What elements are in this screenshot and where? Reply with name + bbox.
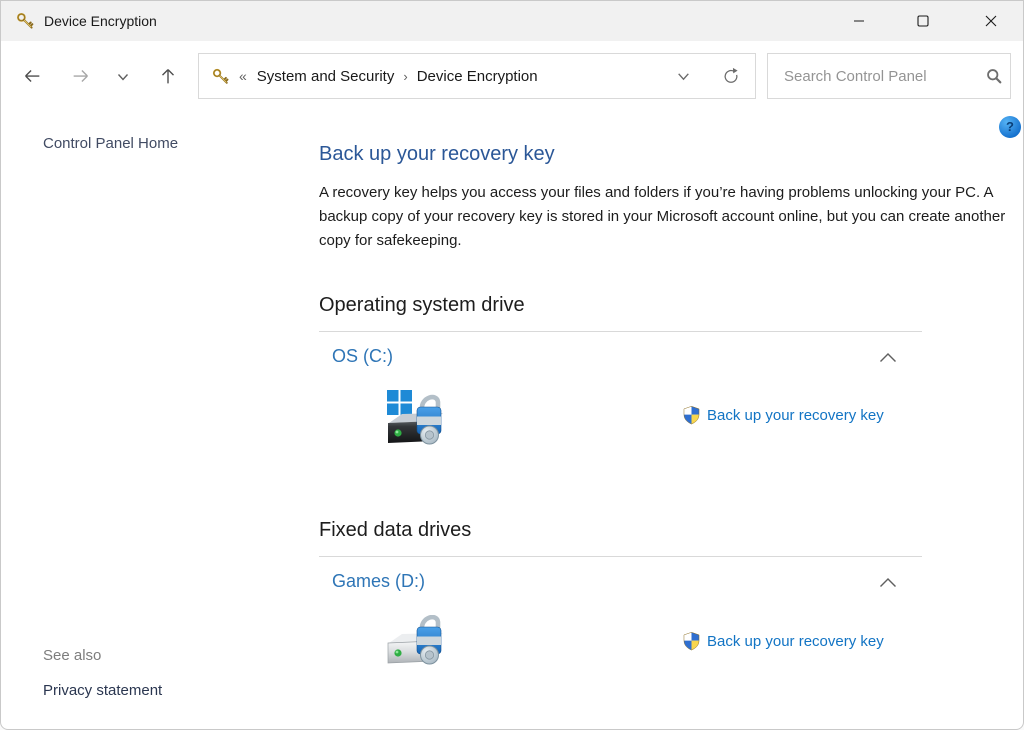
- arrow-up-icon: [157, 65, 179, 87]
- back-button[interactable]: [19, 63, 45, 89]
- drive-header-os-c[interactable]: OS (C:): [332, 346, 393, 367]
- help-button[interactable]: ?: [999, 116, 1021, 138]
- refresh-button[interactable]: [721, 66, 741, 86]
- collapse-games-d-button[interactable]: [875, 575, 901, 593]
- refresh-icon: [721, 66, 741, 86]
- chevron-down-icon: [676, 69, 691, 84]
- windows-logo-icon: [387, 390, 412, 415]
- search-icon[interactable]: [985, 67, 1003, 85]
- action-link-label: Back up your recovery key: [707, 407, 884, 424]
- breadcrumb-collapse-glyph[interactable]: «: [239, 68, 247, 84]
- unlocked-padlock-icon: [417, 397, 441, 444]
- bitlocker-keys-icon: [15, 11, 35, 31]
- chevron-down-icon: [116, 70, 130, 84]
- minimize-button[interactable]: [836, 1, 882, 41]
- search-box[interactable]: [767, 53, 1011, 99]
- recent-locations-button[interactable]: [114, 68, 132, 86]
- section-heading-os-drive: Operating system drive: [319, 294, 525, 317]
- uac-shield-icon: [682, 631, 701, 651]
- close-button[interactable]: [968, 1, 1014, 41]
- uac-shield-icon: [682, 405, 701, 425]
- action-link-label: Back up your recovery key: [707, 633, 884, 650]
- data-drive-unlocked-icon: [377, 615, 451, 678]
- breadcrumb-device-encryption[interactable]: Device Encryption: [417, 68, 538, 85]
- control-panel-window: Device Encryption: [0, 0, 1024, 730]
- bitlocker-keys-icon: [211, 67, 230, 86]
- sidebar-item-privacy-statement[interactable]: Privacy statement: [43, 682, 162, 699]
- section-divider: [319, 556, 922, 557]
- drive-header-games-d[interactable]: Games (D:): [332, 571, 425, 592]
- backup-recovery-key-link-games[interactable]: Back up your recovery key: [682, 631, 884, 651]
- search-input[interactable]: [782, 67, 985, 86]
- os-drive-unlocked-icon: [377, 385, 451, 458]
- breadcrumb-system-and-security[interactable]: System and Security: [257, 68, 395, 85]
- window-title: Device Encryption: [44, 13, 157, 29]
- up-button[interactable]: [155, 63, 181, 89]
- page-title: Back up your recovery key: [319, 143, 555, 166]
- address-dropdown-button[interactable]: [676, 69, 691, 84]
- unlocked-padlock-icon: [417, 617, 441, 664]
- sidebar-see-also-label: See also: [43, 647, 101, 664]
- forward-button[interactable]: [68, 63, 94, 89]
- sidebar-item-control-panel-home[interactable]: Control Panel Home: [43, 135, 178, 152]
- chevron-up-icon: [878, 351, 898, 364]
- chevron-up-icon: [878, 576, 898, 589]
- maximize-button[interactable]: [900, 1, 946, 41]
- page-description: A recovery key helps you access your fil…: [319, 181, 1019, 253]
- arrow-right-icon: [70, 65, 92, 87]
- section-divider: [319, 331, 922, 332]
- breadcrumb-separator: ›: [403, 69, 407, 84]
- section-heading-fixed-drives: Fixed data drives: [319, 519, 471, 542]
- arrow-left-icon: [21, 65, 43, 87]
- address-bar[interactable]: « System and Security › Device Encryptio…: [198, 53, 756, 99]
- backup-recovery-key-link-os[interactable]: Back up your recovery key: [682, 405, 884, 425]
- collapse-os-c-button[interactable]: [875, 350, 901, 368]
